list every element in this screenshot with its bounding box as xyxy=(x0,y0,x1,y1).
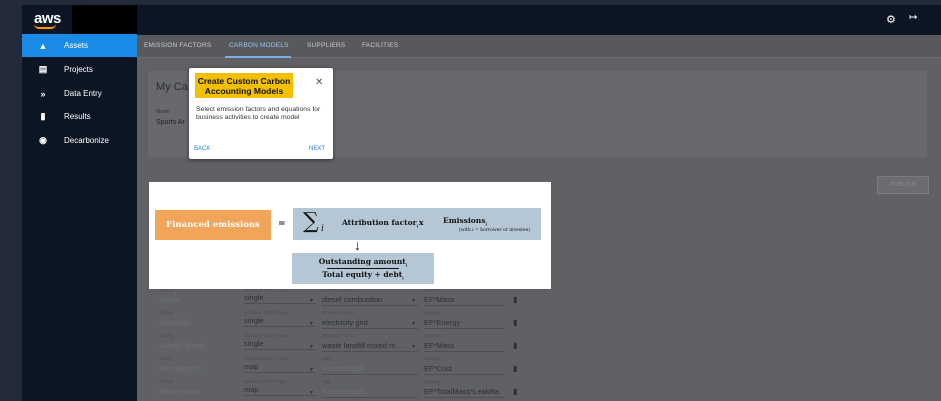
sidebar-item-results[interactable]: ▮ Results xyxy=(22,105,137,128)
sidebar: aws ▲ Assets ▤ Projects » Data Entry ▮ R… xyxy=(22,5,150,401)
sigma-index: i xyxy=(321,224,324,234)
fraction-denominator: Total equity + debti xyxy=(322,270,404,281)
sidebar-item-assets[interactable]: ▲ Assets xyxy=(22,34,137,57)
chevron-down-icon: ▼ xyxy=(309,321,314,327)
trash-icon[interactable]: ▮ xyxy=(513,295,517,304)
activity-field[interactable]: Activity Landfill Waste xyxy=(159,333,239,350)
sigma-symbol: ∑ xyxy=(303,209,319,234)
trash-icon[interactable]: ▮ xyxy=(513,387,517,396)
table-row: Activity Electricity Emission Factor Type s… xyxy=(148,310,528,333)
globe-icon: ◉ xyxy=(39,135,47,145)
tutorial-popover: Create Custom Carbon Accounting Models ✕… xyxy=(189,68,333,159)
equation-field[interactable]: Equation EF*Mass xyxy=(424,287,504,306)
table-row: Activity Diesel Emission Factor Type single… xyxy=(148,287,528,310)
sidebar-item-projects[interactable]: ▤ Projects xyxy=(22,58,137,81)
model-field-label: Model xyxy=(156,109,170,115)
emission-factor-type-select[interactable]: Emission Factor Type map ▼ xyxy=(244,379,316,396)
chevron-down-icon: ▼ xyxy=(411,344,416,350)
activity-field[interactable]: Activity Electricity xyxy=(159,310,239,327)
emission-factor-type-select[interactable]: Emission Factor Type single ▼ xyxy=(244,310,316,327)
table-row: Activity Refrigerants Emission Factor Type… xyxy=(148,379,528,401)
sidebar-item-label: Assets xyxy=(64,41,89,50)
chevron-down-icon: ▼ xyxy=(309,344,314,350)
emission-factor-select[interactable]: Emission Factor diesel combustion ▼ xyxy=(322,287,418,306)
popover-title-highlight: Create Custom Carbon Accounting Models xyxy=(195,73,293,98)
equation-field[interactable]: Equation EF*Mass xyxy=(424,333,504,352)
chevron-down-icon: ▼ xyxy=(411,321,416,327)
emission-factor-select[interactable]: Emission Factor electricity grid ▼ xyxy=(322,310,418,329)
sidebar-item-label: Projects xyxy=(64,65,93,74)
fraction-numerator: Outstanding amounti xyxy=(318,257,408,268)
tab-bar: EMISSION FACTORS CARBON MODELS SUPPLIERS… xyxy=(137,35,941,58)
table-row: Activity Merchandise Emission Factor Type m… xyxy=(148,356,528,379)
data-entry-icon: » xyxy=(40,88,46,99)
tab-carbon-models[interactable]: CARBON MODELS xyxy=(229,42,289,49)
attribution-factor: Attribution factori xyxy=(342,218,419,229)
formula-fraction-box: Outstanding amounti Total equity + debti xyxy=(292,253,434,284)
back-button[interactable]: BACK xyxy=(194,146,210,152)
emission-factor-type-select[interactable]: Emission Factor Type single ▼ xyxy=(244,287,316,304)
assets-icon: ▲ xyxy=(38,40,48,51)
trash-icon[interactable]: ▮ xyxy=(513,364,517,373)
emission-factor-select[interactable]: Emission Factor waste landfill mixed m...… xyxy=(322,333,418,352)
sidebar-item-label: Data Entry xyxy=(64,89,102,98)
emission-factor-select[interactable]: Map Passthrough xyxy=(322,379,418,398)
equation-field[interactable]: Equation EF*Energy xyxy=(424,310,504,329)
activity-field[interactable]: Activity Refrigerants xyxy=(159,379,239,396)
tab-emission-factors[interactable]: EMISSION FACTORS xyxy=(144,42,211,49)
formula-lhs: Financed emissions xyxy=(166,220,260,230)
activity-field[interactable]: Activity Diesel xyxy=(159,287,239,304)
emission-factor-select[interactable]: Map Passthrough xyxy=(322,356,418,375)
results-icon: ▮ xyxy=(40,111,46,121)
emission-factor-type-select[interactable]: Emission Factor Type single ▼ xyxy=(244,333,316,350)
sidebar-item-data-entry[interactable]: » Data Entry xyxy=(22,82,137,105)
gear-icon[interactable]: ⚙ xyxy=(886,13,896,26)
popover-title: Create Custom Carbon Accounting Models xyxy=(197,75,291,96)
page-title: My Ca xyxy=(156,81,188,93)
close-icon[interactable]: ✕ xyxy=(315,77,323,88)
formula-times: x xyxy=(419,218,424,227)
sidebar-item-label: Results xyxy=(64,112,91,121)
chevron-down-icon: ▼ xyxy=(411,298,416,304)
formula-equals: = xyxy=(278,219,286,229)
chevron-down-icon: ▼ xyxy=(309,367,314,373)
sidebar-item-decarbonize[interactable]: ◉ Decarbonize xyxy=(22,129,137,152)
active-tab-indicator xyxy=(225,56,291,58)
fraction-bar xyxy=(327,268,399,269)
model-field[interactable]: Sports Ar xyxy=(156,119,185,126)
formula-lhs-box: Financed emissions xyxy=(155,210,271,240)
down-arrow-icon: ↓ xyxy=(354,237,361,253)
trash-icon[interactable]: ▮ xyxy=(513,341,517,350)
sign-out-icon[interactable]: ↦ xyxy=(909,12,917,23)
projects-icon: ▤ xyxy=(38,64,48,74)
formula-sum-box: ∑ i Attribution factori x Emissionsi (wi… xyxy=(293,208,541,240)
equation-field[interactable]: Equation EF*Cost xyxy=(424,356,504,375)
chevron-down-icon: ▼ xyxy=(309,298,314,304)
equation-field[interactable]: Equation EF*TotalMass*LeakRa xyxy=(424,379,504,398)
window-frame-left xyxy=(0,0,22,401)
tab-facilities[interactable]: FACILITIES xyxy=(362,42,398,49)
next-button[interactable]: NEXT xyxy=(309,146,325,152)
financed-emissions-formula: Financed emissions = ∑ i Attribution fac… xyxy=(149,182,551,289)
emission-factor-type-select[interactable]: Emission Factor Type map ▼ xyxy=(244,356,316,373)
tab-suppliers[interactable]: SUPPLIERS xyxy=(307,42,345,49)
table-row: Activity Landfill Waste Emission Factor Ty… xyxy=(148,333,528,356)
emissions-note: (with i = borrower or investee) xyxy=(459,228,530,233)
trash-icon[interactable]: ▮ xyxy=(513,318,517,327)
emissions-term: Emissionsi xyxy=(443,216,488,227)
top-bar: ⚙ ↦ xyxy=(137,5,941,35)
popover-body: Select emission factors and equations fo… xyxy=(196,106,321,121)
activity-field[interactable]: Activity Merchandise xyxy=(159,356,239,373)
sidebar-item-label: Decarbonize xyxy=(64,136,109,145)
publish-button[interactable]: PUBLISH xyxy=(877,176,929,194)
chevron-down-icon: ▼ xyxy=(309,390,314,396)
logo-text: aws xyxy=(34,9,61,27)
